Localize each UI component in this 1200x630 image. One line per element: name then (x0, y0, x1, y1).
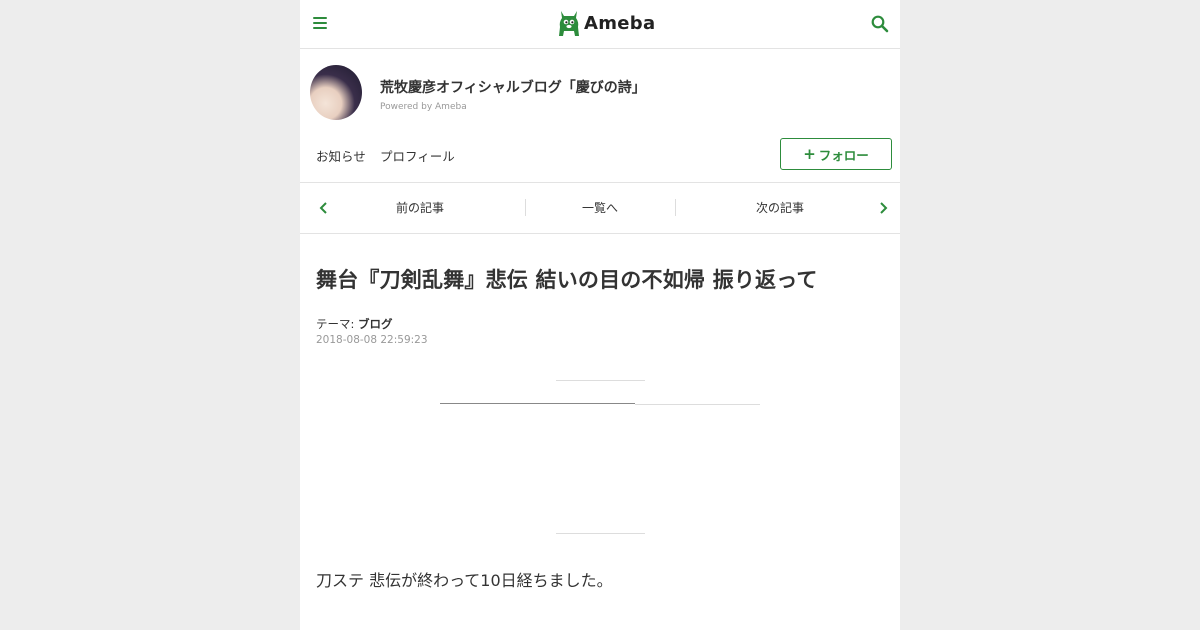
search-icon[interactable] (870, 14, 890, 34)
follow-label: フォロー (818, 147, 869, 163)
plus-icon: + (803, 144, 816, 163)
page: Ameba 荒牧慶彦オフィシャルブログ「慶びの詩」 Powered by Ame… (300, 0, 900, 630)
theme-label: テーマ: (316, 317, 355, 331)
blog-title[interactable]: 荒牧慶彦オフィシャルブログ「慶びの詩」 (380, 77, 646, 97)
powered-by-text: Powered by Ameba (380, 102, 467, 112)
blog-avatar[interactable] (310, 65, 362, 120)
next-article-link[interactable]: 次の記事 (700, 183, 860, 233)
follow-button[interactable]: + フォロー (780, 138, 892, 170)
chevron-left-icon[interactable] (316, 200, 332, 216)
article-theme: テーマ: ブログ (316, 316, 393, 332)
top-bar: Ameba (300, 0, 900, 49)
article-date: 2018-08-08 22:59:23 (316, 334, 428, 346)
article-list-link[interactable]: 一覧へ (526, 183, 674, 233)
ameba-logo[interactable]: Ameba (558, 8, 655, 38)
divider-line (635, 404, 760, 405)
article-title: 舞台『刀剣乱舞』悲伝 結いの目の不如帰 振り返って (316, 268, 818, 292)
article-pager: 前の記事 一覧へ 次の記事 (300, 182, 900, 234)
theme-link[interactable]: ブログ (358, 317, 393, 331)
ameba-mascot-icon (559, 11, 579, 36)
chevron-right-icon[interactable] (875, 200, 891, 216)
logo-text: Ameba (584, 12, 656, 34)
article-body-text: 刀ステ 悲伝が終わって10日経ちました。 (316, 571, 613, 590)
divider-line (440, 403, 635, 404)
divider-line (556, 380, 645, 381)
hamburger-menu-icon[interactable] (312, 15, 328, 31)
divider-line (556, 533, 645, 534)
nav-news-link[interactable]: お知らせ (316, 146, 366, 165)
pager-divider (675, 199, 676, 216)
prev-article-link[interactable]: 前の記事 (340, 183, 500, 233)
nav-profile-link[interactable]: プロフィール (380, 146, 455, 165)
